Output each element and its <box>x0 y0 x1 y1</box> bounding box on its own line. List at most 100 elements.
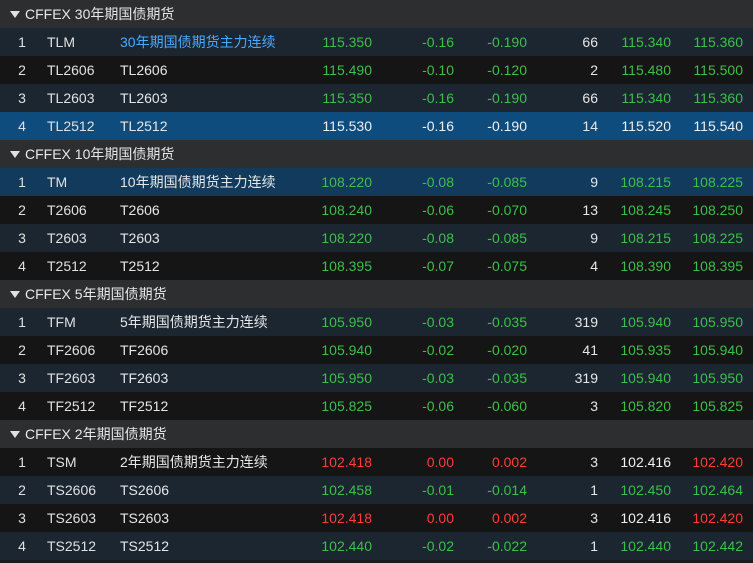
contract-name: TL2606 <box>120 62 168 78</box>
price-change: -0.02 <box>422 342 454 358</box>
contract-code: TS2512 <box>47 538 97 554</box>
bid-price: 105.940 <box>620 370 671 386</box>
row-index: 3 <box>18 370 26 386</box>
price-change: -0.10 <box>422 62 454 78</box>
group-title: CFFEX 5年期国债期货 <box>25 286 167 302</box>
change-percent: -0.085 <box>487 230 527 246</box>
bid-price: 102.450 <box>620 482 671 498</box>
contract-name: TF2512 <box>120 398 169 414</box>
group-header[interactable]: CFFEX 5年期国债期货 <box>0 280 753 308</box>
group-title: CFFEX 2年期国债期货 <box>25 426 167 442</box>
contract-name: T2512 <box>120 258 160 274</box>
table-row[interactable]: 4 T2512 T2512 108.395 -0.07 -0.075 4 108.390 108… <box>0 252 753 280</box>
table-row[interactable]: 1 TM 10年期国债期货主力连续 108.220 -0.08 -0.085 9 108.21… <box>0 168 753 196</box>
table-row[interactable]: 1 TSM 2年期国债期货主力连续 102.418 0.00 0.002 3 102.416 1… <box>0 448 753 476</box>
collapse-triangle-icon[interactable] <box>10 150 20 158</box>
table-row[interactable]: 1 TLM 30年期国债期货主力连续 115.350 -0.16 -0.190 66 115.… <box>0 28 753 56</box>
contract-code: TS2603 <box>47 510 97 526</box>
bid-price: 108.215 <box>620 230 671 246</box>
row-index: 2 <box>18 62 26 78</box>
last-price: 105.940 <box>321 342 372 358</box>
bid-price: 102.440 <box>620 538 671 554</box>
contract-code: T2606 <box>47 202 87 218</box>
row-index: 3 <box>18 230 26 246</box>
price-change: -0.06 <box>422 398 454 414</box>
contract-name: TF2606 <box>120 342 169 358</box>
change-percent: -0.190 <box>487 90 527 106</box>
contract-name: T2606 <box>120 202 160 218</box>
collapse-triangle-icon[interactable] <box>10 430 20 438</box>
quote-table: CFFEX 30年期国债期货 1 TLM 30年期国债期货主力连续 115.350 -0.… <box>0 0 753 560</box>
contract-code: T2512 <box>47 258 87 274</box>
table-row[interactable]: 4 TS2512 TS2512 102.440 -0.02 -0.022 1 102.440 1… <box>0 532 753 560</box>
ask-price: 108.225 <box>692 174 743 190</box>
group-header[interactable]: CFFEX 10年期国债期货 <box>0 140 753 168</box>
volume: 41 <box>582 342 598 358</box>
row-index: 4 <box>18 118 26 134</box>
table-row[interactable]: 3 TS2603 TS2603 102.418 0.00 0.002 3 102.416 102… <box>0 504 753 532</box>
last-price: 102.418 <box>321 454 372 470</box>
volume: 1 <box>590 482 598 498</box>
table-row[interactable]: 3 TF2603 TF2603 105.950 -0.03 -0.035 319 105.94… <box>0 364 753 392</box>
collapse-triangle-icon[interactable] <box>10 290 20 298</box>
ask-price: 105.950 <box>692 370 743 386</box>
contract-name: TL2603 <box>120 90 168 106</box>
ask-price: 108.395 <box>692 258 743 274</box>
table-row[interactable]: 2 TL2606 TL2606 115.490 -0.10 -0.120 2 115.480 1… <box>0 56 753 84</box>
contract-code: TF2512 <box>47 398 96 414</box>
contract-code: TS2606 <box>47 482 97 498</box>
contract-name: 5年期国债期货主力连续 <box>120 314 268 330</box>
change-percent: -0.060 <box>487 398 527 414</box>
change-percent: -0.190 <box>487 118 527 134</box>
price-change: -0.08 <box>422 174 454 190</box>
group-header[interactable]: CFFEX 30年期国债期货 <box>0 0 753 28</box>
price-change: 0.00 <box>426 454 454 470</box>
row-index: 3 <box>18 510 26 526</box>
table-row[interactable]: 1 TFM 5年期国债期货主力连续 105.950 -0.03 -0.035 319 105.… <box>0 308 753 336</box>
last-price: 102.440 <box>321 538 372 554</box>
contract-name: TL2512 <box>120 118 168 134</box>
row-index: 3 <box>18 90 26 106</box>
ask-price: 115.540 <box>693 118 743 134</box>
volume: 9 <box>590 230 598 246</box>
ask-price: 102.420 <box>692 510 743 526</box>
bid-price: 102.416 <box>620 454 671 470</box>
contract-code: T2603 <box>47 230 87 246</box>
bid-price: 115.520 <box>621 118 671 134</box>
last-price: 105.825 <box>321 398 372 414</box>
table-row[interactable]: 2 T2606 T2606 108.240 -0.06 -0.070 13 108.245 10… <box>0 196 753 224</box>
ask-price: 105.825 <box>692 398 743 414</box>
table-row[interactable]: 2 TS2606 TS2606 102.458 -0.01 -0.014 1 102.450 1… <box>0 476 753 504</box>
contract-code: TF2603 <box>47 370 96 386</box>
table-row[interactable]: 3 T2603 T2603 108.220 -0.08 -0.085 9 108.215 108… <box>0 224 753 252</box>
ask-price: 115.500 <box>693 62 743 78</box>
change-percent: -0.035 <box>487 314 527 330</box>
price-change: -0.03 <box>422 314 454 330</box>
table-row[interactable]: 2 TF2606 TF2606 105.940 -0.02 -0.020 41 105.935… <box>0 336 753 364</box>
row-index: 1 <box>18 174 26 190</box>
last-price: 108.220 <box>321 174 372 190</box>
table-row[interactable]: 4 TF2512 TF2512 105.825 -0.06 -0.060 3 105.820 1… <box>0 392 753 420</box>
contract-name: TS2512 <box>120 538 170 554</box>
bid-price: 115.480 <box>621 62 671 78</box>
last-price: 115.490 <box>322 62 372 78</box>
last-price: 105.950 <box>321 370 372 386</box>
contract-code: TL2603 <box>47 90 95 106</box>
ask-price: 102.464 <box>692 482 743 498</box>
price-change: -0.06 <box>422 202 454 218</box>
change-percent: 0.002 <box>491 454 527 470</box>
table-row[interactable]: 3 TL2603 TL2603 115.350 -0.16 -0.190 66 115.340… <box>0 84 753 112</box>
table-row[interactable]: 4 TL2512 TL2512 115.530 -0.16 -0.190 14 115.520… <box>0 112 753 140</box>
ask-price: 105.940 <box>692 342 743 358</box>
change-percent: -0.190 <box>487 34 527 50</box>
ask-price: 108.250 <box>692 202 743 218</box>
contract-code: TM <box>47 174 68 190</box>
group-title: CFFEX 10年期国债期货 <box>25 146 175 162</box>
change-percent: -0.120 <box>487 62 527 78</box>
ask-price: 105.950 <box>692 314 743 330</box>
price-change: -0.07 <box>422 258 454 274</box>
collapse-triangle-icon[interactable] <box>10 10 20 18</box>
change-percent: -0.070 <box>487 202 527 218</box>
group-header[interactable]: CFFEX 2年期国债期货 <box>0 420 753 448</box>
ask-price: 102.420 <box>692 454 743 470</box>
